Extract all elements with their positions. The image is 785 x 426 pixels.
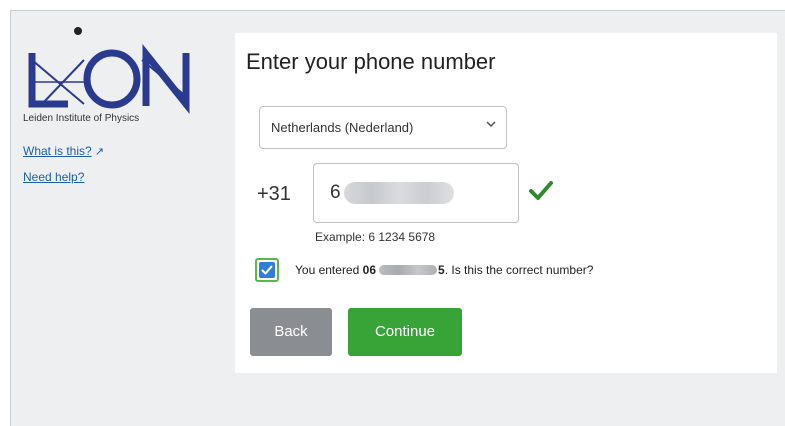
checkbox-checked xyxy=(259,262,275,278)
country-select[interactable]: Netherlands (Nederland) xyxy=(259,106,507,149)
phone-number-value: 6 xyxy=(330,182,341,203)
phone-form-panel: Enter your phone number Netherlands (Ned… xyxy=(235,33,777,373)
continue-button[interactable]: Continue xyxy=(348,308,462,356)
entered-number: 06 5 xyxy=(362,263,445,277)
checkmark-icon xyxy=(529,181,553,200)
logo-caption: Leiden Institute of Physics xyxy=(23,113,140,124)
country-select-value: Netherlands (Nederland) xyxy=(271,120,414,135)
confirm-number-text: You entered 06 5. Is this the correct num… xyxy=(295,263,594,277)
example-hint: Example: 6 1234 5678 xyxy=(315,230,436,244)
back-button[interactable]: Back xyxy=(250,308,332,356)
what-is-this-link[interactable]: What is this? ↗ xyxy=(23,144,104,158)
phone-number-input[interactable]: 6 xyxy=(313,163,519,223)
need-help-link[interactable]: Need help? xyxy=(23,170,84,184)
lion-logo xyxy=(28,27,190,114)
redacted-number xyxy=(344,182,454,204)
chevron-down-icon xyxy=(486,121,496,128)
check-small-icon xyxy=(261,265,273,275)
confirm-number-checkbox[interactable] xyxy=(255,258,279,282)
country-code-prefix: +31 xyxy=(257,183,291,205)
redacted-number-inline xyxy=(379,265,437,275)
external-link-icon: ↗ xyxy=(94,146,104,158)
page-title: Enter your phone number xyxy=(246,49,496,74)
